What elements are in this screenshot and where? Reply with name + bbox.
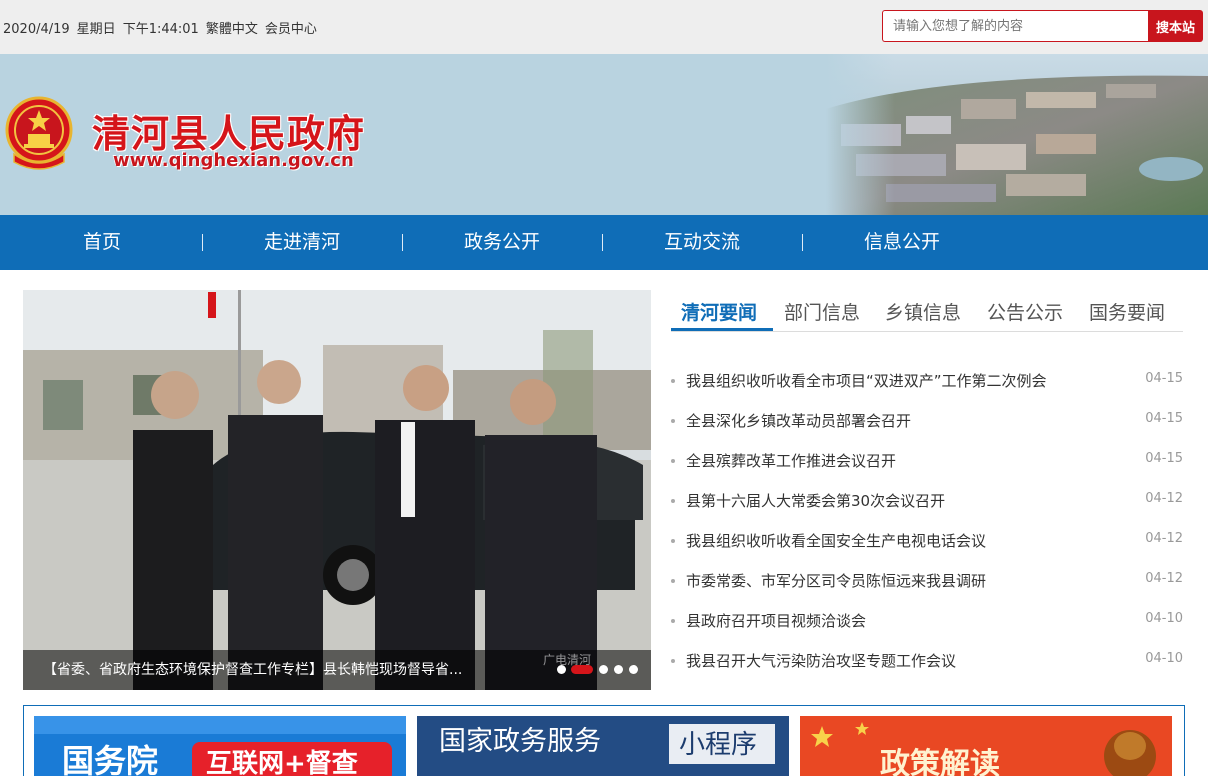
news-title[interactable]: 我县组织收听收看全国安全生产电视电话会议	[686, 530, 986, 551]
news-title[interactable]: 全县深化乡镇改革动员部署会召开	[686, 410, 911, 431]
promo-card-subtitle: 小程序	[679, 730, 757, 760]
nav-item-interaction[interactable]: 互动交流	[602, 215, 802, 270]
slider-dot[interactable]	[629, 665, 638, 674]
news-date: 04-15	[1145, 371, 1183, 386]
top-bar-info: 2020/4/19 星期日 下午1:44:01 繁體中文 会员中心	[3, 18, 324, 37]
news-tabs: 清河要闻 部门信息 乡镇信息 公告公示 国务要闻	[671, 290, 1183, 332]
nav-item-gov-affairs[interactable]: 政务公开	[402, 215, 602, 270]
site-search: 搜本站	[882, 10, 1203, 42]
current-weekday: 星期日	[76, 22, 116, 37]
top-bar: 2020/4/19 星期日下午1:44:01 繁體中文会员中心 搜本站	[0, 0, 1208, 54]
news-item[interactable]: 全县殡葬改革工作推进会议召开 04-15	[671, 450, 1183, 490]
news-date: 04-12	[1145, 491, 1183, 506]
news-date: 04-12	[1145, 571, 1183, 586]
slider-dot[interactable]	[557, 665, 566, 674]
news-date: 04-10	[1145, 651, 1183, 666]
nav-item-home[interactable]: 首页	[2, 215, 202, 270]
news-date: 04-10	[1145, 611, 1183, 626]
news-item[interactable]: 县政府召开项目视频洽谈会 04-10	[671, 610, 1183, 650]
national-emblem-icon	[5, 96, 73, 170]
bullet	[671, 459, 675, 463]
current-date: 2020/4/19	[3, 22, 70, 37]
bullet	[671, 539, 675, 543]
promo-card-title: 国家政务服务	[439, 726, 601, 757]
main-nav: 首页 走进清河 政务公开 互动交流 信息公开	[0, 215, 1208, 270]
promo-card-policy-interpretation[interactable]: 政策解读	[800, 716, 1172, 776]
promo-banners: 国务院 互联网+督查 国家政务服务 小程序 政策解读	[23, 705, 1185, 776]
member-center-link[interactable]: 会员中心	[265, 22, 317, 37]
promo-card-title: 国务院	[62, 742, 158, 776]
news-slider[interactable]: 【省委、省政府生态环境保护督查工作专栏】县长韩恺现场督导省... 广电清河	[23, 290, 651, 690]
news-date: 04-15	[1145, 451, 1183, 466]
promo-card-gov-service-miniprogram[interactable]: 国家政务服务 小程序	[417, 716, 789, 776]
news-title[interactable]: 我县组织收听收看全市项目“双进双产”工作第二次例会	[686, 370, 1047, 391]
bullet	[671, 579, 675, 583]
tab-department-info[interactable]: 部门信息	[784, 298, 860, 325]
tab-announcements[interactable]: 公告公示	[987, 298, 1063, 325]
nav-item-info-disclosure[interactable]: 信息公开	[802, 215, 1002, 270]
news-title[interactable]: 县第十六届人大常委会第30次会议召开	[686, 490, 945, 511]
news-title[interactable]: 市委常委、市军分区司令员陈恒远来我县调研	[686, 570, 986, 591]
promo-card-subtitle: 互联网+督查	[206, 748, 358, 776]
city-aerial-image	[826, 54, 1208, 215]
promo-card-internet-plus-supervision[interactable]: 国务院 互联网+督查	[34, 716, 406, 776]
news-date: 04-15	[1145, 411, 1183, 426]
promo-card-title: 政策解读	[880, 747, 1000, 776]
news-date: 04-12	[1145, 531, 1183, 546]
news-title[interactable]: 我县召开大气污染防治攻坚专题工作会议	[686, 650, 956, 671]
news-title[interactable]: 全县殡葬改革工作推进会议召开	[686, 450, 896, 471]
tab-township-info[interactable]: 乡镇信息	[885, 298, 961, 325]
header-banner: 清河县人民政府 www.qinghexian.gov.cn	[0, 54, 1208, 215]
search-button[interactable]: 搜本站	[1148, 10, 1203, 42]
news-item[interactable]: 我县组织收听收看全国安全生产电视电话会议 04-12	[671, 530, 1183, 570]
bullet	[671, 379, 675, 383]
nav-item-about[interactable]: 走进清河	[202, 215, 402, 270]
slider-dot[interactable]	[614, 665, 623, 674]
news-item[interactable]: 全县深化乡镇改革动员部署会召开 04-15	[671, 410, 1183, 450]
site-url: www.qinghexian.gov.cn	[113, 150, 354, 171]
traditional-chinese-link[interactable]: 繁體中文	[206, 22, 258, 37]
slider-caption[interactable]: 【省委、省政府生态环境保护督查工作专栏】县长韩恺现场督导省...	[43, 659, 493, 679]
news-item[interactable]: 市委常委、市军分区司令员陈恒远来我县调研 04-12	[671, 570, 1183, 610]
slider-dot[interactable]	[599, 665, 608, 674]
bullet	[671, 619, 675, 623]
tab-state-council-news[interactable]: 国务要闻	[1089, 298, 1165, 325]
news-item[interactable]: 县第十六届人大常委会第30次会议召开 04-12	[671, 490, 1183, 530]
bullet	[671, 419, 675, 423]
slider-photo	[23, 290, 651, 690]
news-item[interactable]: 我县召开大气污染防治攻坚专题工作会议 04-10	[671, 650, 1183, 690]
news-item[interactable]: 我县组织收听收看全市项目“双进双产”工作第二次例会 04-15	[671, 370, 1183, 410]
news-title[interactable]: 县政府召开项目视频洽谈会	[686, 610, 866, 631]
search-input[interactable]	[882, 10, 1148, 42]
tab-county-news[interactable]: 清河要闻	[681, 298, 757, 325]
current-time: 下午1:44:01	[122, 22, 199, 37]
slider-dot-active[interactable]	[571, 665, 593, 674]
bullet	[671, 659, 675, 663]
bullet	[671, 499, 675, 503]
active-tab-indicator	[671, 328, 773, 331]
